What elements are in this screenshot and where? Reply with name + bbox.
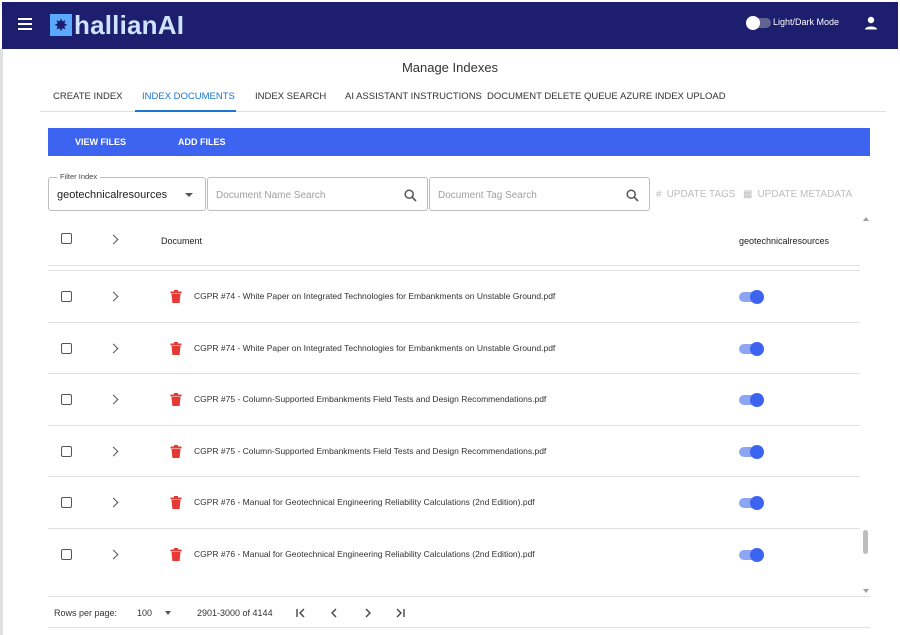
scroll-thumb[interactable] — [863, 530, 868, 554]
table-row: CGPR #75 - Column-Supported Embankments … — [48, 424, 860, 476]
update-metadata-button[interactable]: ▦ UPDATE METADATA — [743, 189, 852, 200]
brand-logo[interactable]: ✸ hallianAI — [50, 9, 185, 40]
row-select-checkbox[interactable] — [61, 497, 72, 508]
table-row: CGPR #75 - Column-Supported Embankments … — [48, 373, 860, 424]
menu-icon[interactable] — [18, 18, 32, 30]
delete-trash-icon[interactable] — [170, 393, 182, 406]
index-membership-switch[interactable] — [739, 496, 764, 510]
index-membership-switch[interactable] — [739, 547, 764, 562]
select-all-checkbox[interactable] — [61, 233, 72, 244]
document-name[interactable]: CGPR #76 - Manual for Geotechnical Engin… — [194, 549, 535, 559]
tab-create-index[interactable]: CREATE INDEX — [53, 82, 123, 112]
table-header: Document geotechnicalresources — [48, 215, 860, 266]
documents-table: Document geotechnicalresources CGPR #74 … — [48, 215, 870, 628]
column-header-document: Document — [161, 236, 203, 246]
delete-trash-icon[interactable] — [170, 496, 182, 509]
pagination-range: 2901-3000 of 4144 — [197, 608, 273, 618]
document-name[interactable]: CGPR #76 - Manual for Geotechnical Engin… — [194, 497, 535, 507]
pagination-bar: Rows per page: 100 2901-3000 of 4144 — [48, 596, 870, 628]
update-tags-button[interactable]: # UPDATE TAGS — [656, 189, 735, 200]
delete-trash-icon[interactable] — [170, 341, 182, 355]
table-scrollbar[interactable] — [862, 215, 870, 595]
last-page-icon[interactable] — [393, 606, 407, 620]
tab-index-search[interactable]: INDEX SEARCH — [255, 82, 326, 112]
row-select-checkbox[interactable] — [61, 445, 72, 457]
row-expand-chevron-icon[interactable] — [108, 394, 119, 405]
rows-per-page-caret-icon[interactable] — [165, 611, 171, 615]
tab-ai-assistant-instructions[interactable]: AI ASSISTANT INSTRUCTIONS — [345, 82, 482, 112]
active-tab-indicator — [135, 110, 236, 112]
hash-icon: # — [656, 189, 662, 200]
update-metadata-label: UPDATE METADATA — [757, 189, 853, 200]
logo-mark-icon: ✸ — [50, 14, 72, 36]
update-tags-label: UPDATE TAGS — [666, 189, 736, 200]
tab-index-documents[interactable]: INDEX DOCUMENTS — [142, 82, 235, 112]
light-dark-mode-label: Light/Dark Mode — [773, 17, 840, 27]
delete-trash-icon[interactable] — [170, 444, 182, 458]
row-expand-chevron-icon[interactable] — [108, 291, 119, 302]
row-expand-chevron-icon[interactable] — [108, 549, 119, 559]
tab-document-delete-queue[interactable]: DOCUMENT DELETE QUEUE — [487, 82, 618, 112]
table-row: CGPR #74 - White Paper on Integrated Tec… — [48, 270, 860, 321]
view-files-button[interactable]: VIEW FILES — [75, 128, 126, 156]
column-header-index: geotechnicalresources — [739, 236, 830, 246]
delete-trash-icon[interactable] — [170, 547, 182, 561]
left-edge — [0, 49, 3, 635]
document-name[interactable]: CGPR #74 - White Paper on Integrated Tec… — [194, 291, 555, 301]
files-toolbar: VIEW FILES ADD FILES — [48, 128, 870, 156]
brand-name: hallianAI — [74, 9, 185, 40]
index-membership-switch[interactable] — [739, 393, 764, 407]
first-page-icon[interactable] — [294, 606, 308, 620]
filter-index-label: Filter Index — [57, 172, 101, 181]
row-select-checkbox[interactable] — [61, 548, 72, 560]
next-page-icon[interactable] — [361, 606, 375, 620]
table-row: CGPR #76 - Manual for Geotechnical Engin… — [48, 527, 860, 579]
document-name[interactable]: CGPR #75 - Column-Supported Embankments … — [194, 394, 546, 404]
document-tag-search-input[interactable] — [438, 186, 618, 204]
document-name[interactable]: CGPR #75 - Column-Supported Embankments … — [194, 446, 546, 456]
row-expand-chevron-icon[interactable] — [108, 446, 119, 456]
row-select-checkbox[interactable] — [61, 291, 72, 302]
scroll-up-arrow-icon[interactable] — [863, 217, 869, 221]
table-row: CGPR #76 - Manual for Geotechnical Engin… — [48, 476, 860, 527]
index-membership-switch[interactable] — [739, 341, 764, 356]
previous-page-icon[interactable] — [327, 606, 341, 620]
index-membership-switch[interactable] — [739, 444, 764, 459]
table-row: CGPR #74 - White Paper on Integrated Tec… — [48, 321, 860, 373]
row-select-checkbox[interactable] — [61, 342, 72, 354]
filter-index-select[interactable]: Filter Index geotechnicalresources — [48, 172, 206, 211]
scroll-down-arrow-icon[interactable] — [863, 589, 869, 593]
index-membership-switch[interactable] — [739, 290, 764, 304]
table-icon: ▦ — [743, 189, 753, 200]
search-icon[interactable] — [404, 189, 417, 202]
row-expand-chevron-icon[interactable] — [108, 343, 119, 353]
rows-per-page-select[interactable]: 100 — [137, 608, 152, 618]
row-expand-chevron-icon[interactable] — [108, 497, 119, 508]
search-icon[interactable] — [626, 189, 639, 202]
page-title: Manage Indexes — [401, 60, 499, 75]
document-name[interactable]: CGPR #74 - White Paper on Integrated Tec… — [194, 343, 555, 353]
delete-trash-icon[interactable] — [170, 290, 182, 303]
document-name-search — [207, 177, 428, 211]
rows-per-page-label: Rows per page: — [54, 608, 118, 618]
light-dark-mode-switch[interactable] — [746, 16, 771, 30]
row-select-checkbox[interactable] — [61, 394, 72, 405]
expand-all-chevron-icon[interactable] — [108, 234, 119, 245]
account-icon[interactable] — [864, 16, 878, 30]
filter-index-value: geotechnicalresources — [57, 189, 168, 201]
caret-down-icon — [185, 193, 193, 197]
document-name-search-input[interactable] — [216, 186, 396, 204]
add-files-button[interactable]: ADD FILES — [178, 128, 226, 156]
document-tag-search — [429, 177, 650, 211]
tab-azure-index-upload[interactable]: AZURE INDEX UPLOAD — [620, 82, 726, 112]
tab-bar: CREATE INDEX INDEX DOCUMENTS INDEX SEARC… — [40, 82, 886, 112]
app-bar: ✸ hallianAI Light/Dark Mode — [2, 2, 898, 49]
